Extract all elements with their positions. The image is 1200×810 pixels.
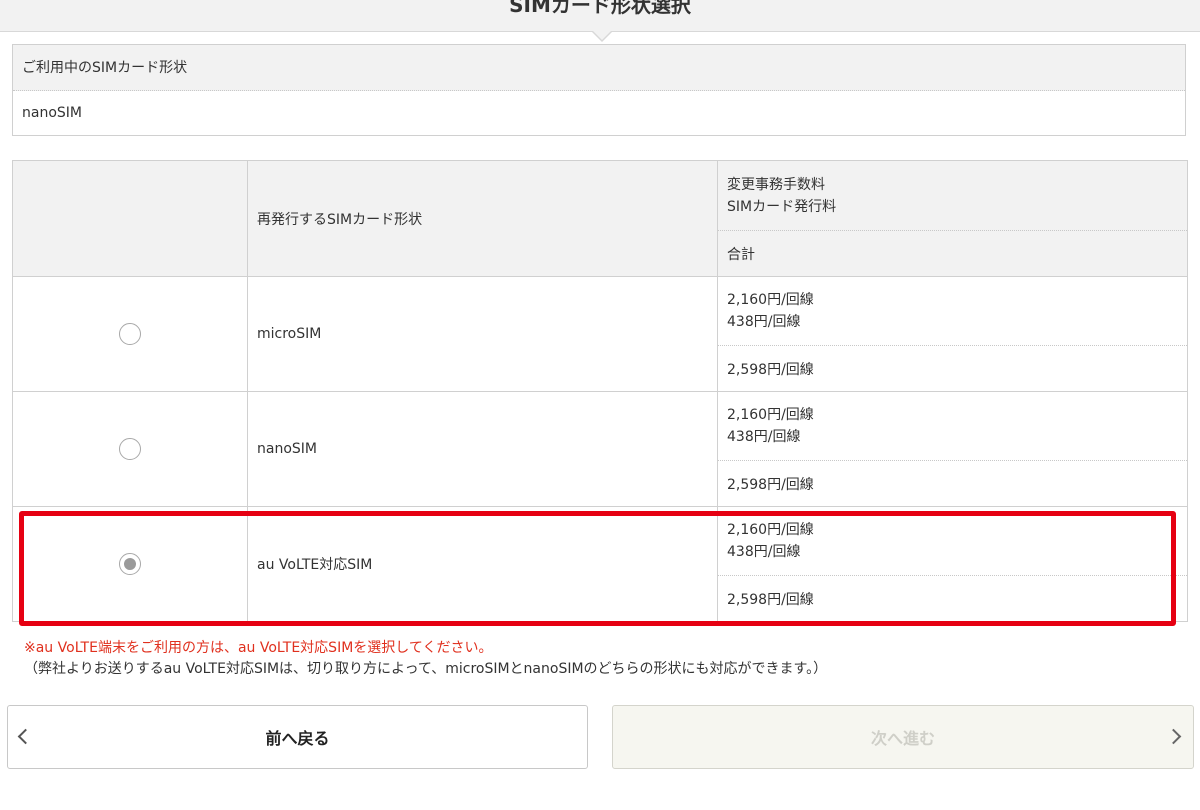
- fee-admin-microsim: 2,160円/回線: [727, 292, 814, 308]
- sim-type-volte: au VoLTE対応SIM: [247, 506, 718, 622]
- chevron-left-icon: [17, 728, 34, 745]
- table-row-nanosim[interactable]: nanoSIM 2,160円/回線 438円/回線: [12, 391, 1188, 507]
- header-fee-col: 変更事務手数料 SIMカード発行料: [717, 160, 1188, 231]
- radio-cell-volte[interactable]: [12, 506, 248, 622]
- chevron-right-icon: [1165, 728, 1182, 745]
- radio-volte[interactable]: [119, 553, 141, 575]
- total-nanosim: 2,598円/回線: [717, 460, 1188, 507]
- header-fee-line1: 変更事務手数料: [727, 176, 825, 193]
- sim-options-table: 再発行するSIMカード形状 変更事務手数料 SIMカード発行料 合計 micro…: [12, 160, 1188, 622]
- current-sim-box: ご利用中のSIMカード形状 nanoSIM: [12, 44, 1186, 136]
- page-header: SIMカード形状選択: [0, 0, 1200, 32]
- table-row-microsim[interactable]: microSIM 2,160円/回線 438円/回線: [12, 276, 1188, 392]
- next-button-label: 次へ進む: [870, 729, 935, 748]
- fee-issue-microsim: 438円/回線: [727, 314, 801, 330]
- fee-cell-nanosim: 2,160円/回線 438円/回線: [717, 391, 1188, 461]
- table-header-row: 再発行するSIMカード形状 変更事務手数料 SIMカード発行料: [12, 160, 1188, 277]
- fee-admin-volte: 2,160円/回線: [727, 522, 814, 538]
- current-sim-label: ご利用中のSIMカード形状: [13, 45, 1185, 91]
- header-radio-col: [12, 160, 248, 277]
- current-sim-value: nanoSIM: [22, 105, 82, 121]
- fee-cell-volte: 2,160円/回線 438円/回線: [717, 506, 1188, 576]
- fee-issue-volte: 438円/回線: [727, 544, 801, 560]
- table-row-volte[interactable]: au VoLTE対応SIM 2,160円/回線 438円/回線: [12, 506, 1188, 622]
- back-button[interactable]: 前へ戻る: [7, 705, 588, 769]
- volte-info-note: （弊社よりお送りするau VoLTE対応SIMは、切り取り方によって、micro…: [24, 661, 828, 677]
- radio-cell-microsim[interactable]: [12, 276, 248, 392]
- header-type-col: 再発行するSIMカード形状: [247, 160, 718, 277]
- radio-nanosim[interactable]: [119, 438, 141, 460]
- sim-type-microsim: microSIM: [247, 276, 718, 392]
- volte-warning-note: ※au VoLTE端末をご利用の方は、au VoLTE対応SIMを選択してくださ…: [24, 640, 493, 656]
- radio-microsim[interactable]: [119, 323, 141, 345]
- total-microsim: 2,598円/回線: [717, 345, 1188, 392]
- header-total-col: 合計: [717, 230, 1188, 277]
- page-title: SIMカード形状選択: [509, 0, 691, 17]
- total-volte: 2,598円/回線: [717, 575, 1188, 622]
- fee-cell-microsim: 2,160円/回線 438円/回線: [717, 276, 1188, 346]
- back-button-label: 前へ戻る: [265, 729, 330, 748]
- header-pointer-fill: [592, 30, 612, 40]
- next-button[interactable]: 次へ進む: [612, 705, 1194, 769]
- sim-type-nanosim: nanoSIM: [247, 391, 718, 507]
- radio-cell-nanosim[interactable]: [12, 391, 248, 507]
- fee-issue-nanosim: 438円/回線: [727, 429, 801, 445]
- fee-admin-nanosim: 2,160円/回線: [727, 407, 814, 423]
- header-fee-line2: SIMカード発行料: [727, 198, 837, 215]
